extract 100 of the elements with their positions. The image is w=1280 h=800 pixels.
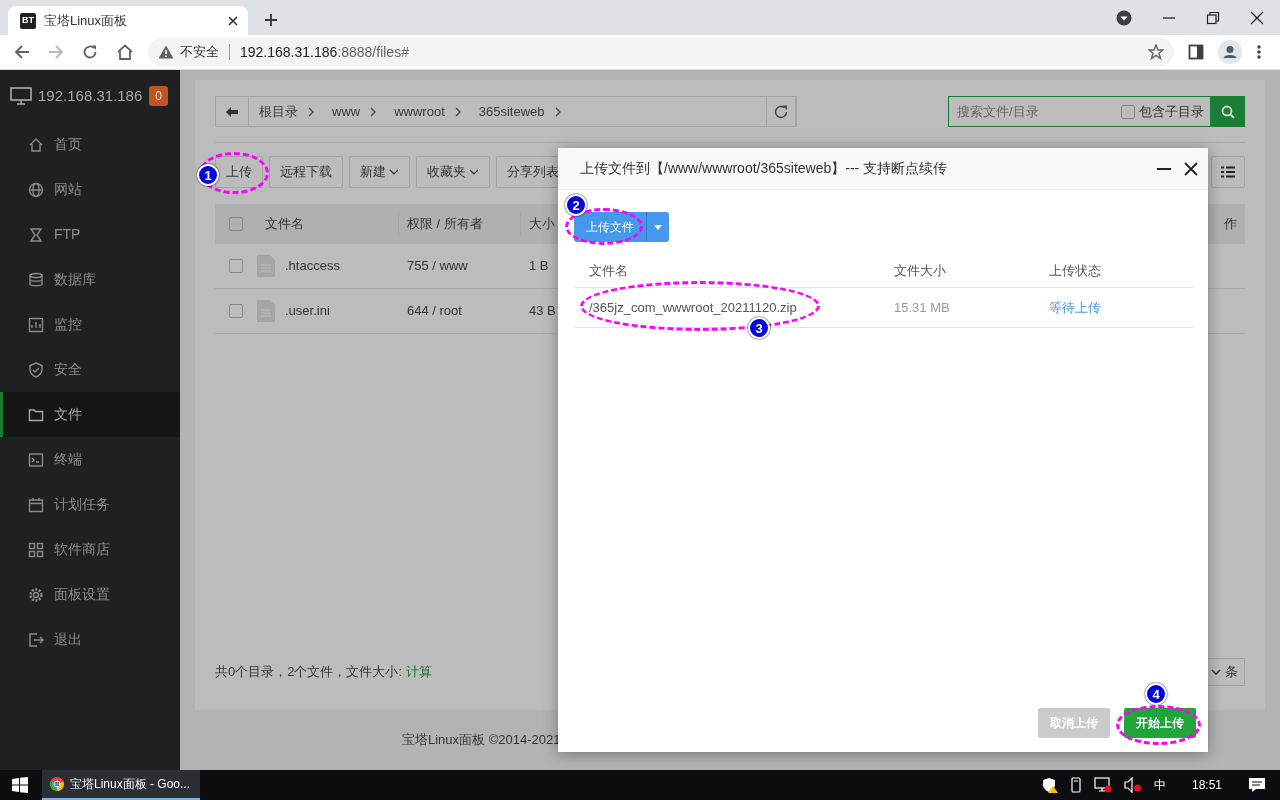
chevron-icon <box>454 106 461 117</box>
home-icon <box>28 136 44 153</box>
sidebar-item[interactable]: 软件商店 <box>0 527 180 572</box>
sidebar-item[interactable]: 终端 <box>0 437 180 482</box>
chevron-icon <box>370 106 377 117</box>
toolbar-button[interactable]: 上传 <box>215 156 263 188</box>
usb-icon[interactable] <box>1069 777 1082 793</box>
tab-title: 宝塔Linux面板 <box>44 11 128 30</box>
calculate-link[interactable]: 计算 <box>405 664 432 680</box>
caret-icon <box>389 169 399 175</box>
file-name[interactable]: .htaccess <box>285 256 340 276</box>
sidebar-item[interactable]: 文件 <box>0 392 180 437</box>
restore-icon[interactable] <box>1206 11 1220 25</box>
notification-icon[interactable] <box>1248 777 1266 793</box>
breadcrumb-link[interactable]: 365siteweb <box>478 101 545 122</box>
subdirectory-checkbox[interactable]: 包含子目录 <box>1121 101 1204 122</box>
file-path: /365jz_com_wwwroot_20211120.zip <box>589 299 797 315</box>
sidebar-item[interactable]: 计划任务 <box>0 482 180 527</box>
reload-icon[interactable] <box>82 44 98 60</box>
table-cell: 43 B <box>529 303 556 319</box>
caret-icon <box>469 169 479 175</box>
terminal-icon <box>28 451 44 468</box>
caret-icon <box>654 224 662 230</box>
calendar-icon <box>28 496 44 513</box>
sidebar-item[interactable]: 数据库 <box>0 257 180 302</box>
table-cell: 755 / www <box>407 258 468 274</box>
dropdown-button[interactable]: 收藏夹 <box>416 156 490 188</box>
summary-text: 共0个目录，2个文件，文件大小: 计算 <box>215 663 432 682</box>
sidebar-item[interactable]: 退出 <box>0 617 180 662</box>
dialog-title: 上传文件到【/www/wwwroot/365siteweb】--- 支持断点续传 <box>580 159 948 178</box>
folder-icon <box>28 406 44 423</box>
side-panel-icon[interactable] <box>1188 44 1204 60</box>
sidebar-item[interactable]: 首页 <box>0 122 180 167</box>
network-icon[interactable] <box>1093 777 1112 793</box>
table-cell: 644 / root <box>407 303 462 319</box>
gear-icon <box>28 586 44 603</box>
column-header: 作 <box>1224 215 1237 234</box>
monitor-icon <box>28 316 44 333</box>
profile-icon[interactable] <box>1218 40 1242 64</box>
column-header: 权限 / 所有者 <box>407 216 483 232</box>
list-icon <box>1221 166 1235 178</box>
shield-icon <box>28 361 44 378</box>
taskbar-app-button[interactable]: 宝塔Linux面板 - Goo... <box>42 770 200 800</box>
file-size: 15.31 MB <box>894 299 950 315</box>
search-icon <box>1220 104 1235 119</box>
home-icon[interactable] <box>116 44 134 60</box>
shield-warning-icon[interactable] <box>1041 777 1058 793</box>
column-header: 文件大小 <box>894 262 946 278</box>
back-icon[interactable] <box>14 44 30 60</box>
menu-icon[interactable] <box>1256 44 1262 60</box>
checkbox[interactable] <box>229 304 243 318</box>
breadcrumb-link[interactable]: wwwroot <box>394 101 445 122</box>
footer-text: 宝塔Linux面板 ©2014-2021 <box>402 731 561 750</box>
globe-icon <box>28 181 44 198</box>
search-field[interactable]: 搜索文件/目录 包含子目录 <box>948 96 1245 127</box>
close-icon[interactable] <box>1184 161 1198 176</box>
browser-tab[interactable]: BT 宝塔Linux面板 <box>8 6 248 35</box>
sidebar-item[interactable]: 监控 <box>0 302 180 347</box>
database-icon <box>28 271 44 288</box>
sidebar-item[interactable]: 安全 <box>0 347 180 392</box>
list-view-button[interactable] <box>1211 156 1245 188</box>
file-name[interactable]: .user.ini <box>285 301 330 321</box>
checkbox[interactable] <box>229 259 243 273</box>
checkbox[interactable] <box>229 217 243 231</box>
dropdown-toggle-button[interactable] <box>646 212 669 242</box>
chevron-icon <box>554 106 561 117</box>
warning-icon <box>158 45 174 59</box>
sidebar-item[interactable]: 面板设置 <box>0 572 180 617</box>
column-header: 大小 <box>529 216 555 232</box>
column-header: 文件名 <box>265 216 304 232</box>
column-header: 上传状态 <box>1049 262 1101 278</box>
clock-time[interactable]: 18:51 <box>1191 776 1222 794</box>
tab-search-icon[interactable] <box>1116 10 1132 26</box>
sidebar-item[interactable]: 网站 <box>0 167 180 212</box>
caret-icon <box>1211 669 1221 675</box>
close-icon[interactable] <box>1250 11 1264 25</box>
dropdown-button[interactable]: 新建 <box>349 156 410 188</box>
volume-muted-icon[interactable] <box>1123 777 1142 793</box>
exit-icon <box>28 631 44 648</box>
search-button[interactable] <box>1210 96 1245 127</box>
windows-logo-icon[interactable] <box>12 777 28 793</box>
column-header: 文件名 <box>589 262 628 278</box>
chevron-icon <box>308 106 314 117</box>
start-upload-button[interactable]: 开始上传 <box>1124 708 1196 738</box>
count-badge: 0 <box>149 86 168 106</box>
sidebar-item[interactable]: FTP <box>0 212 180 257</box>
back-arrow-icon[interactable] <box>225 105 239 118</box>
toolbar-button[interactable]: 远程下载 <box>269 156 343 188</box>
star-icon[interactable] <box>1148 44 1164 60</box>
close-icon[interactable] <box>228 15 238 26</box>
refresh-icon[interactable] <box>774 104 788 119</box>
breadcrumb-link[interactable]: 根目录 <box>259 101 298 122</box>
new-tab-icon[interactable] <box>264 13 278 27</box>
grid-icon <box>28 541 44 558</box>
browser-icon <box>50 777 64 791</box>
upload-status: 等待上传 <box>1049 299 1101 315</box>
favicon: BT <box>20 12 36 29</box>
input-method-indicator[interactable]: 中 <box>1153 776 1166 794</box>
address-bar[interactable]: 不安全 192.168.31.186:8888/files# <box>148 38 1174 66</box>
breadcrumb-link[interactable]: www <box>332 101 361 122</box>
